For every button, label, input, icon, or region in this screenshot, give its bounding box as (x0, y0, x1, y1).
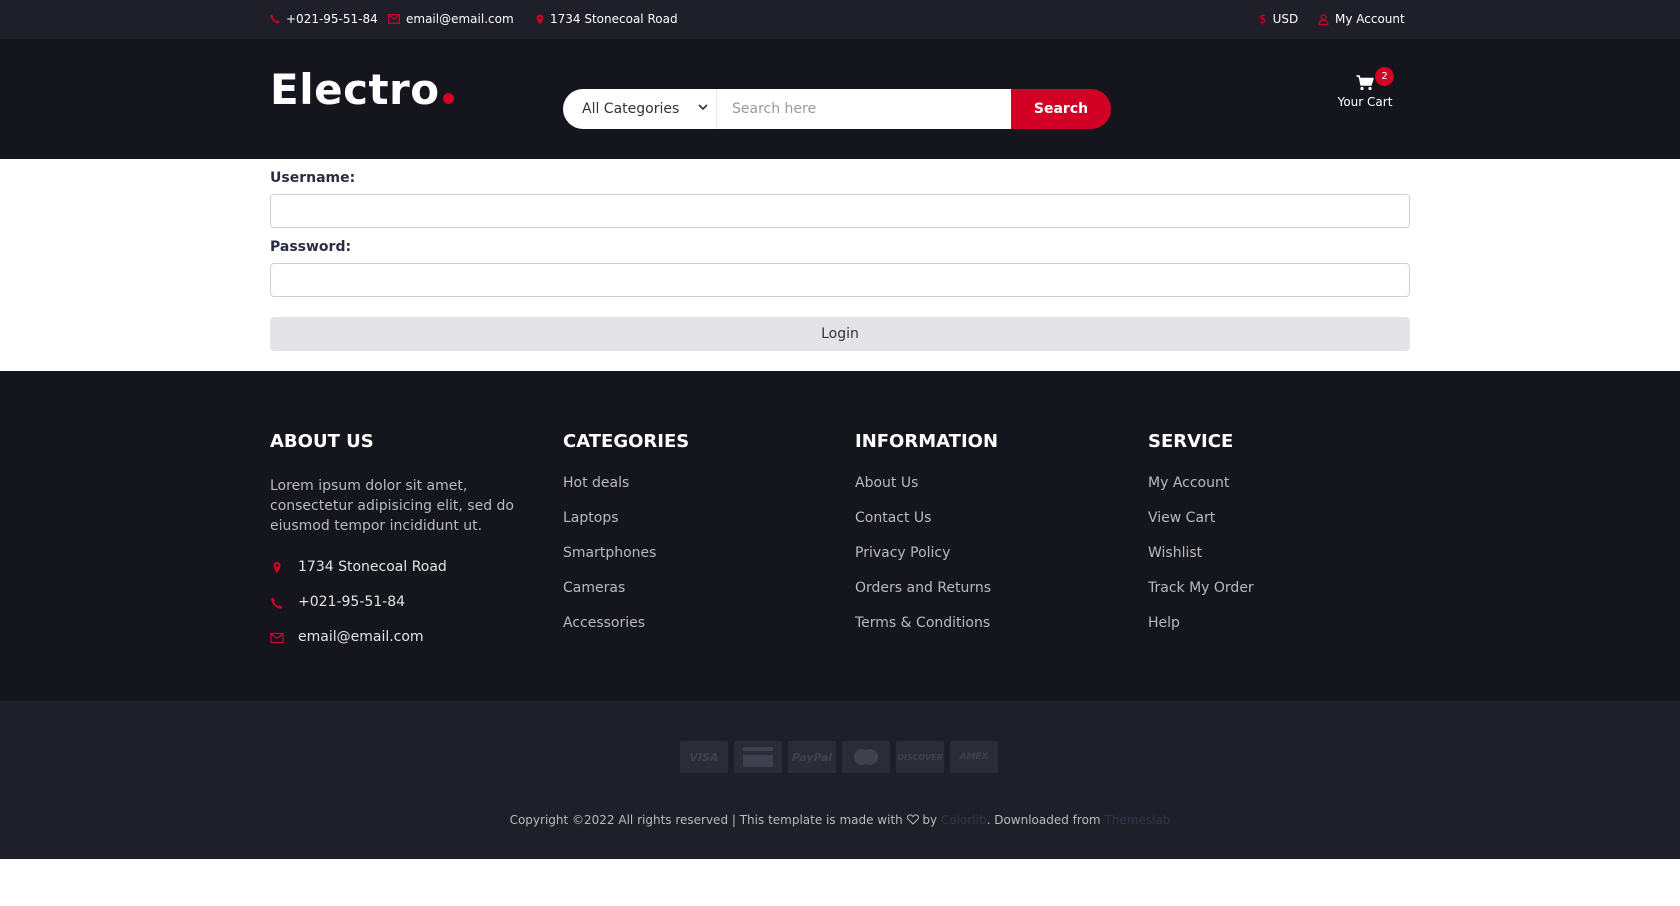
topbar-email[interactable]: email@email.com (388, 12, 514, 26)
map-marker-icon (536, 14, 544, 24)
phone-icon (271, 597, 283, 609)
logo-dot (442, 93, 454, 104)
logo[interactable]: Electro (270, 65, 454, 114)
category-select[interactable]: All Categories (563, 89, 717, 129)
footer-link-track-order[interactable]: Track My Order (1148, 580, 1418, 615)
visa-icon: VISA (680, 741, 728, 773)
footer-link-terms[interactable]: Terms & Conditions (855, 615, 1125, 650)
footer-link-orders-returns[interactable]: Orders and Returns (855, 580, 1125, 615)
envelope-icon (388, 14, 400, 24)
search-button[interactable]: Search (1011, 89, 1111, 129)
footer-link-cameras[interactable]: Cameras (563, 580, 833, 615)
copyright-downloaded: . Downloaded from (986, 813, 1101, 827)
cart-count-badge: 2 (1375, 67, 1394, 86)
footer-link-about-us[interactable]: About Us (855, 475, 1125, 510)
footer-email-text: email@email.com (298, 629, 424, 645)
footer-link-help[interactable]: Help (1148, 615, 1418, 650)
currency-text: USD (1272, 12, 1299, 26)
chevron-down-icon (698, 104, 708, 111)
user-icon (1318, 13, 1329, 25)
top-bar: +021-95-51-84 email@email.com 1734 Stone… (0, 0, 1680, 39)
my-account-text: My Account (1335, 12, 1405, 26)
footer-information-title: INFORMATION (855, 431, 999, 452)
colorlib-link[interactable]: Colorlib (941, 813, 987, 827)
copyright-text: Copyright ©2022 All rights reserved | Th… (509, 813, 903, 827)
footer-categories-column: CATEGORIES Hot deals Laptops Smartphones… (563, 431, 833, 650)
footer-link-wishlist[interactable]: Wishlist (1148, 545, 1418, 580)
footer-address-text: 1734 Stonecoal Road (298, 559, 447, 575)
dollar-icon: $ (1259, 12, 1267, 26)
footer-information-column: INFORMATION About Us Contact Us Privacy … (855, 431, 1125, 650)
footer-link-smartphones[interactable]: Smartphones (563, 545, 833, 580)
topbar-email-text: email@email.com (406, 12, 514, 26)
footer-about-title: ABOUT US (270, 431, 374, 452)
main-header: Electro All Categories Search 2 Your Car… (0, 39, 1680, 159)
topbar-phone-text: +021-95-51-84 (286, 12, 378, 26)
password-label: Password: (270, 239, 352, 255)
footer: ABOUT US Lorem ipsum dolor sit amet, con… (0, 371, 1680, 701)
category-select-value: All Categories (582, 101, 680, 117)
footer-phone-text: +021-95-51-84 (298, 594, 406, 610)
username-label: Username: (270, 170, 356, 186)
amex-icon: AMEX (950, 741, 998, 773)
mastercard-icon (842, 741, 890, 773)
copyright: Copyright ©2022 All rights reserved | Th… (0, 813, 1680, 827)
credit-card-icon (734, 741, 782, 773)
topbar-address-text: 1734 Stonecoal Road (550, 12, 678, 26)
footer-service-column: SERVICE My Account View Cart Wishlist Tr… (1148, 431, 1418, 650)
footer-link-view-cart[interactable]: View Cart (1148, 510, 1418, 545)
bottom-footer: VISA PayPal DISCOVER AMEX Copyright ©202… (0, 701, 1680, 859)
footer-categories-title: CATEGORIES (563, 431, 690, 452)
footer-link-laptops[interactable]: Laptops (563, 510, 833, 545)
search-input[interactable] (717, 89, 1011, 129)
footer-link-my-account[interactable]: My Account (1148, 475, 1418, 510)
copyright-by: by (922, 813, 938, 827)
currency-selector[interactable]: $ USD (1259, 12, 1298, 26)
cart-label: Your Cart (1337, 95, 1393, 109)
payment-methods: VISA PayPal DISCOVER AMEX (680, 741, 998, 773)
shopping-cart-icon (1356, 75, 1374, 91)
discover-icon: DISCOVER (896, 741, 944, 773)
footer-link-contact-us[interactable]: Contact Us (855, 510, 1125, 545)
footer-email[interactable]: email@email.com (270, 629, 540, 664)
topbar-address[interactable]: 1734 Stonecoal Road (536, 12, 678, 26)
password-input[interactable] (270, 263, 1410, 297)
login-button[interactable]: Login (270, 317, 1410, 351)
username-input[interactable] (270, 194, 1410, 228)
footer-link-hot-deals[interactable]: Hot deals (563, 475, 833, 510)
phone-icon (270, 14, 280, 24)
search-form: All Categories Search (563, 89, 1111, 129)
footer-address[interactable]: 1734 Stonecoal Road (270, 559, 540, 594)
map-marker-icon (273, 562, 281, 574)
paypal-icon: PayPal (788, 741, 836, 773)
topbar-phone[interactable]: +021-95-51-84 (270, 12, 378, 26)
footer-phone[interactable]: +021-95-51-84 (270, 594, 540, 629)
footer-link-privacy-policy[interactable]: Privacy Policy (855, 545, 1125, 580)
envelope-icon (270, 632, 284, 644)
logo-text: Electro (270, 65, 440, 114)
footer-about-column: ABOUT US Lorem ipsum dolor sit amet, con… (270, 431, 540, 664)
my-account-link[interactable]: My Account (1318, 12, 1405, 26)
footer-about-text: Lorem ipsum dolor sit amet, consectetur … (270, 478, 515, 534)
cart-link[interactable]: 2 Your Cart (1330, 67, 1400, 109)
footer-service-title: SERVICE (1148, 431, 1234, 452)
themeslab-link[interactable]: Themeslab (1104, 813, 1170, 827)
footer-link-accessories[interactable]: Accessories (563, 615, 833, 650)
heart-icon (906, 814, 919, 825)
